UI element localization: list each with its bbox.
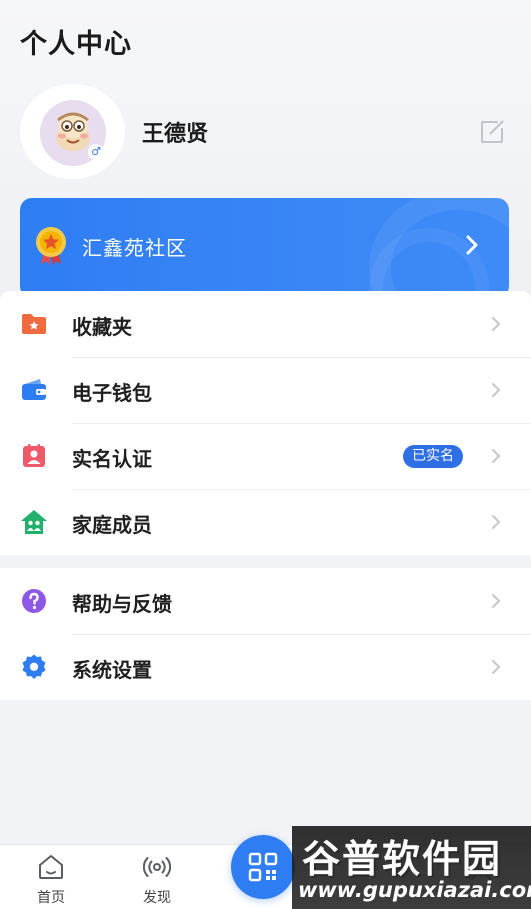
chevron-right-icon xyxy=(492,594,501,608)
menu-group-support: 帮助与反馈 系统设置 xyxy=(0,568,531,700)
settings-gear-icon xyxy=(22,654,46,679)
id-card-icon xyxy=(23,444,45,467)
menu-item-family[interactable]: 家庭成员 xyxy=(0,489,531,555)
wallet-icon xyxy=(22,379,46,400)
qr-code-icon xyxy=(248,852,278,882)
menu-label: 实名认证 xyxy=(72,447,152,471)
menu-item-favorites[interactable]: 收藏夹 xyxy=(0,291,531,357)
menu-label: 收藏夹 xyxy=(72,315,132,339)
chevron-right-icon xyxy=(492,449,501,463)
tab-home-label: 首页 xyxy=(37,890,65,906)
chevron-right-icon xyxy=(492,660,501,674)
tab-discover-label: 发现 xyxy=(143,890,171,906)
medal-icon xyxy=(36,227,66,265)
verified-badge: 已实名 xyxy=(403,445,463,468)
chevron-right-icon xyxy=(492,515,501,529)
menu-label: 电子钱包 xyxy=(72,381,152,405)
gender-male-icon: ♂ xyxy=(88,144,104,160)
user-name: 王德贤 xyxy=(142,122,209,147)
folder-star-icon xyxy=(22,314,46,334)
tab-discover[interactable]: 发现 xyxy=(112,845,202,909)
edit-icon[interactable] xyxy=(478,118,506,146)
menu-item-help[interactable]: 帮助与反馈 xyxy=(0,568,531,634)
community-label: 汇鑫苑社区 xyxy=(82,236,187,260)
menu-item-settings[interactable]: 系统设置 xyxy=(0,634,531,700)
menu-label: 帮助与反馈 xyxy=(72,592,172,616)
watermark-url: www.gupuxiazai.com xyxy=(298,878,531,902)
scan-qr-button[interactable] xyxy=(231,835,295,899)
menu-group-account: 收藏夹 电子钱包 实名认证 已实名 家庭成员 xyxy=(0,291,531,555)
chevron-right-icon xyxy=(492,317,501,331)
watermark-title: 谷普软件园 xyxy=(302,837,503,881)
community-card[interactable]: 汇鑫苑社区 xyxy=(20,198,509,298)
watermark: 谷普软件园 www.gupuxiazai.com xyxy=(292,826,531,909)
chevron-right-icon xyxy=(492,383,501,397)
chevron-right-icon xyxy=(466,235,478,255)
menu-item-real-name[interactable]: 实名认证 已实名 xyxy=(0,423,531,489)
tab-home[interactable]: 首页 xyxy=(6,845,96,909)
broadcast-icon xyxy=(143,857,171,877)
menu-label: 系统设置 xyxy=(72,658,152,682)
menu-item-wallet[interactable]: 电子钱包 xyxy=(0,357,531,423)
menu-label: 家庭成员 xyxy=(72,513,152,537)
home-family-icon xyxy=(21,510,47,534)
home-icon xyxy=(39,855,63,879)
help-icon xyxy=(22,589,46,613)
page-title: 个人中心 xyxy=(20,29,132,60)
